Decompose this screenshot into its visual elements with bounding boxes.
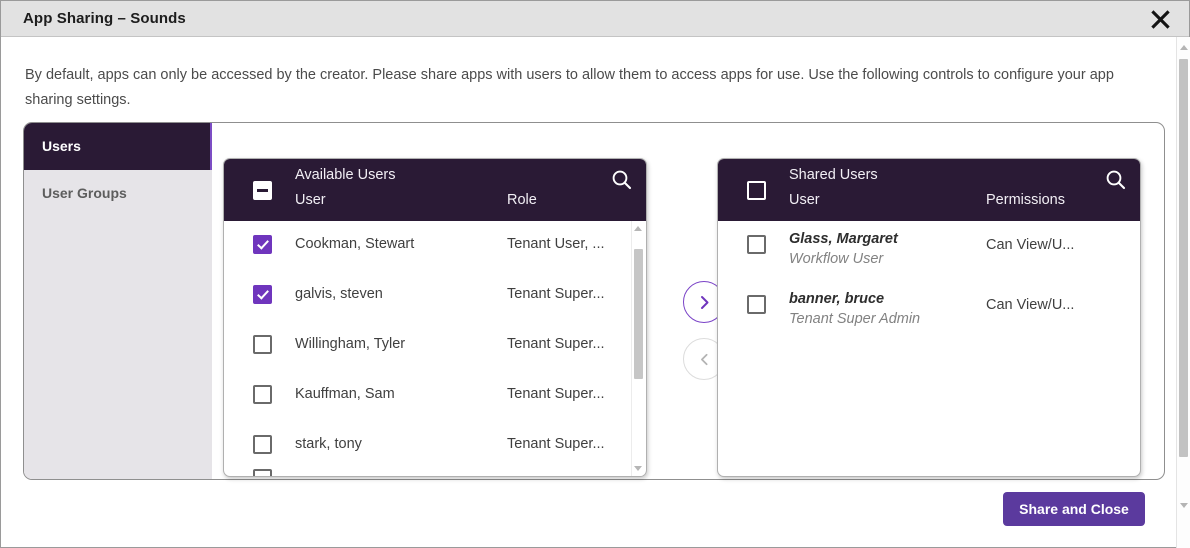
dialog-body: By default, apps can only be accessed by…: [1, 37, 1190, 548]
row-permissions: Can View/U...: [986, 237, 1075, 253]
row-user-name: stark, tony: [295, 436, 362, 452]
tab-list: Users User Groups: [24, 123, 212, 479]
table-row[interactable]: galvis, steven Tenant Super...: [224, 271, 646, 321]
table-row[interactable]: Willingham, Tyler Tenant Super...: [224, 321, 646, 371]
row-user-name: banner, bruce: [789, 291, 885, 307]
select-all-shared-checkbox[interactable]: [747, 181, 766, 200]
scroll-down-arrow-icon[interactable]: [1180, 503, 1188, 508]
row-checkbox[interactable]: [253, 435, 272, 454]
available-list-scrollbar[interactable]: [631, 221, 645, 476]
row-permissions: Can View/U...: [986, 297, 1075, 313]
available-users-panel: Available Users User Role Cookman, Stewa…: [223, 158, 647, 477]
tab-user-groups[interactable]: User Groups: [24, 170, 212, 217]
shared-users-panel: Shared Users User Permissions Glass, Mar…: [717, 158, 1141, 477]
shared-users-header: Shared Users User Permissions: [718, 159, 1140, 221]
row-user-role: Workflow User: [789, 251, 884, 267]
share-and-close-button[interactable]: Share and Close: [1003, 492, 1145, 526]
row-role: Tenant Super...: [507, 436, 605, 452]
available-column-user: User: [295, 192, 326, 208]
table-row[interactable]: Cookman, Stewart Tenant User, ...: [224, 221, 646, 271]
row-checkbox[interactable]: [747, 295, 766, 314]
table-row[interactable]: Kauffman, Sam Tenant Super...: [224, 371, 646, 421]
row-role: Tenant Super...: [507, 286, 605, 302]
chevron-right-icon: [700, 295, 708, 309]
dialog-title: App Sharing – Sounds: [23, 10, 186, 27]
search-icon[interactable]: [611, 169, 632, 195]
available-users-title: Available Users: [295, 167, 396, 183]
row-checkbox[interactable]: [253, 385, 272, 404]
chevron-left-icon: [700, 353, 708, 365]
scroll-down-arrow-icon[interactable]: [634, 466, 642, 471]
table-row[interactable]: Glass, Margaret Workflow User Can View/U…: [718, 221, 1140, 281]
row-user-name: Kauffman, Sam: [295, 386, 395, 402]
shared-column-user: User: [789, 192, 820, 208]
available-users-header: Available Users User Role: [224, 159, 646, 221]
row-checkbox[interactable]: [747, 235, 766, 254]
select-all-available-checkbox[interactable]: [253, 181, 272, 200]
page-scrollbar-thumb[interactable]: [1179, 59, 1188, 457]
row-role: Tenant Super...: [507, 336, 605, 352]
row-user-name: Willingham, Tyler: [295, 336, 406, 352]
row-checkbox[interactable]: [253, 335, 272, 354]
scroll-up-arrow-icon[interactable]: [634, 226, 642, 231]
share-settings-container: Users User Groups Available Users User R…: [23, 122, 1165, 480]
table-row[interactable]: stark, tony Tenant Super...: [224, 421, 646, 471]
row-role: Tenant Super...: [507, 386, 605, 402]
scroll-up-arrow-icon[interactable]: [1180, 45, 1188, 50]
close-icon[interactable]: [1145, 5, 1175, 33]
tab-users-label: Users: [42, 138, 81, 154]
search-icon[interactable]: [1105, 169, 1126, 195]
page-scrollbar[interactable]: [1176, 37, 1190, 548]
row-user-name: galvis, steven: [295, 286, 383, 302]
intro-text: By default, apps can only be accessed by…: [25, 67, 1114, 108]
available-users-rows: Cookman, Stewart Tenant User, ... galvis…: [224, 221, 646, 476]
row-checkbox[interactable]: [253, 235, 272, 254]
row-user-role: Tenant Super Admin: [789, 311, 921, 327]
list-scrollbar-thumb[interactable]: [634, 249, 643, 379]
row-role: Tenant User, ...: [507, 236, 605, 252]
shared-users-rows: Glass, Margaret Workflow User Can View/U…: [718, 221, 1140, 476]
row-checkbox-partial[interactable]: [253, 469, 272, 476]
available-column-role: Role: [507, 192, 537, 208]
row-checkbox[interactable]: [253, 285, 272, 304]
shared-column-permissions: Permissions: [986, 192, 1065, 208]
tab-user-groups-label: User Groups: [42, 185, 127, 201]
shared-users-title: Shared Users: [789, 167, 878, 183]
tab-users[interactable]: Users: [24, 123, 212, 170]
app-sharing-dialog: App Sharing – Sounds By default, apps ca…: [0, 0, 1190, 548]
row-user-name: Cookman, Stewart: [295, 236, 415, 252]
dialog-titlebar: App Sharing – Sounds: [1, 1, 1189, 37]
row-user-name: Glass, Margaret: [789, 231, 898, 247]
table-row[interactable]: banner, bruce Tenant Super Admin Can Vie…: [718, 281, 1140, 341]
